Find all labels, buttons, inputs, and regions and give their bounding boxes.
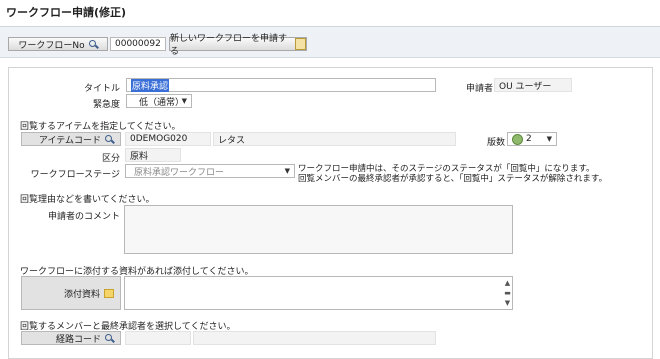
title-value: 原料承認 [131, 78, 170, 92]
version-label: 版数 [487, 138, 506, 148]
reason-section-heading: 回覧理由などを書いてください。 [20, 195, 155, 205]
urgency-select[interactable]: 低（通常） ▼ [126, 94, 192, 108]
item-code-button[interactable]: アイテムコード [21, 132, 121, 146]
applicant-value: OU ユーザー [494, 78, 572, 92]
workflow-no-label: ワークフローNo [18, 40, 85, 51]
urgency-value: 低（通常） [139, 97, 185, 108]
item-code-label: アイテムコード [38, 135, 101, 146]
chevron-down-icon: ▼ [284, 167, 290, 175]
attachment-icon [104, 288, 114, 298]
workflow-no-field[interactable]: 00000092 [110, 37, 166, 51]
title-label: タイトル [83, 84, 120, 94]
scroll-mid-icon: ▬ [504, 289, 511, 297]
new-workflow-button[interactable]: 新しいワークフローを申請する [169, 34, 307, 57]
search-icon [105, 333, 114, 343]
item-name-value: レタス [213, 132, 456, 146]
attachment-scrollbar[interactable]: ▲ ▬ ▼ [503, 278, 512, 308]
stage-note-line2: 回覧メンバーの最終承認者が承認すると、「回覧中」ステータスが解除されます。 [298, 174, 608, 184]
page-title: ワークフロー申請(修正) [6, 6, 127, 19]
route-code-button[interactable]: 経路コード [21, 331, 121, 345]
category-value: 原料 [125, 148, 181, 162]
route-code-value [125, 331, 191, 345]
comment-label: 申請者のコメント [47, 212, 120, 222]
item-section-heading: 回覧するアイテムを指定してください。 [20, 122, 181, 132]
stage-note: ワークフロー申請中は、そのステージのステータスが「回覧中」になります。 回覧メン… [298, 164, 607, 184]
new-workflow-label: 新しいワークフローを申請する [170, 34, 288, 57]
comment-textarea[interactable] [124, 205, 513, 254]
attach-label: 添付資料 [63, 289, 100, 300]
urgency-label: 緊急度 [92, 100, 120, 110]
item-code-value: 0DEMOG020 [125, 132, 211, 146]
document-icon [295, 38, 306, 50]
chevron-down-icon: ▼ [181, 97, 187, 105]
attachment-list[interactable] [124, 276, 513, 310]
stage-note-line1: ワークフロー申請中は、そのステージのステータスが「回覧中」になります。 [298, 164, 595, 174]
attach-button[interactable]: 添付資料 [21, 276, 121, 310]
version-select[interactable]: 2 ▼ [507, 132, 557, 146]
stage-label: ワークフローステージ [30, 170, 120, 180]
route-code-label: 経路コード [55, 334, 101, 345]
category-label: 区分 [101, 154, 120, 164]
toolbar: ワークフローNo 00000092 新しいワークフローを申請する [0, 27, 660, 58]
title-input[interactable]: 原料承認 [126, 78, 436, 92]
scroll-up-icon[interactable]: ▲ [503, 278, 512, 288]
scroll-down-icon[interactable]: ▼ [503, 298, 512, 308]
version-value: 2 [526, 134, 532, 144]
route-name-value [193, 331, 436, 345]
chevron-down-icon: ▼ [546, 135, 552, 143]
revision-icon [512, 133, 523, 145]
search-icon [105, 134, 114, 144]
workflow-no-button[interactable]: ワークフローNo [8, 37, 108, 51]
stage-select[interactable]: 原料承認ワークフロー ▼ [125, 164, 295, 178]
applicant-label: 申請者 [466, 84, 494, 94]
search-icon [88, 39, 98, 49]
stage-value: 原料承認ワークフロー [134, 167, 225, 178]
